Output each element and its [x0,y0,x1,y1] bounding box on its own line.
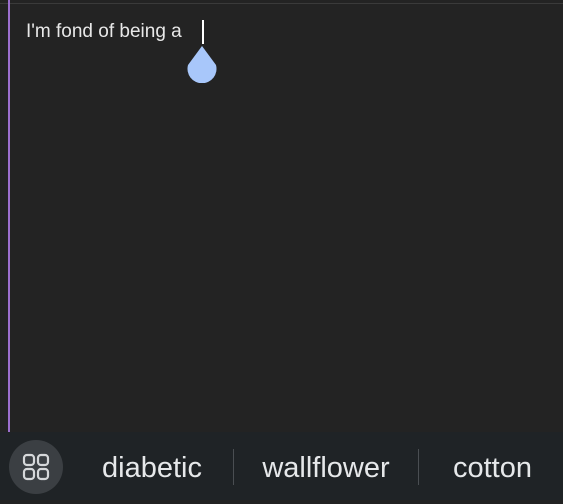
editor-text[interactable]: I'm fond of being a [26,20,182,44]
suggestion-diabetic[interactable]: diabetic [72,432,232,500]
cursor-handle-icon[interactable] [185,45,219,84]
suggestion-divider [233,449,234,485]
suggestion-cotton[interactable]: cotton [422,432,563,500]
suggestion-strip: diabetic wallflower cotton [0,432,563,500]
grid-icon [22,453,50,481]
apps-grid-button[interactable] [9,440,63,494]
editor-top-border [0,3,563,4]
edge-accent-line [8,0,10,432]
suggestion-wallflower[interactable]: wallflower [236,432,416,500]
suggestion-divider [418,449,419,485]
text-cursor [202,20,204,44]
text-editor[interactable]: I'm fond of being a [0,0,563,432]
